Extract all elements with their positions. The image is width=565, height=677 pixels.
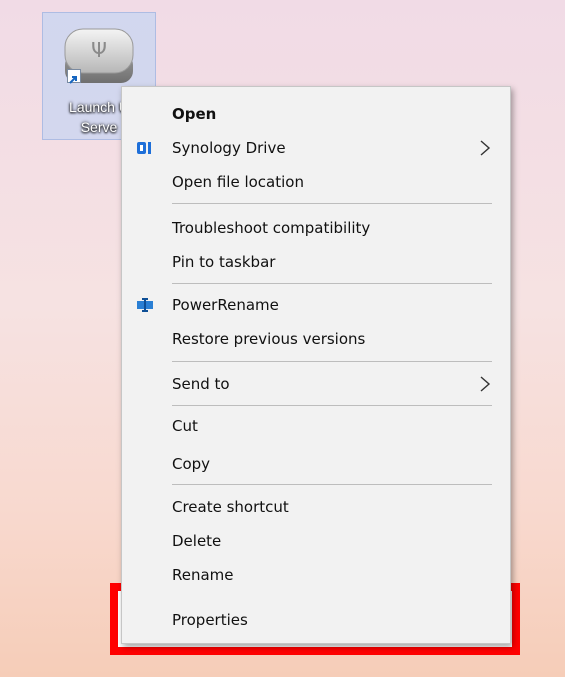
context-menu: Open Synology Drive Open file location T… [121,86,511,644]
desktop: Ψ Launch U Serve Open Synology Drive Ope… [0,0,565,677]
menu-item-cut[interactable]: Cut [122,409,510,442]
menu-item-label: Troubleshoot compatibility [172,218,371,237]
menu-item-open[interactable]: Open [122,97,510,130]
shortcut-arrow-icon [67,69,81,84]
menu-item-send-to[interactable]: Send to [122,367,510,400]
menu-item-properties[interactable]: Properties [122,603,510,636]
menu-item-open-file-location[interactable]: Open file location [122,165,510,198]
menu-separator [172,203,492,204]
menu-item-copy[interactable]: Copy [122,447,510,480]
menu-item-label: Copy [172,454,211,473]
menu-item-label: Create shortcut [172,497,289,516]
menu-item-label: Synology Drive [172,138,286,157]
menu-item-label: Properties [172,610,248,629]
chevron-right-icon [480,140,491,156]
menu-item-delete[interactable]: Delete [122,524,510,557]
menu-item-troubleshoot-compatibility[interactable]: Troubleshoot compatibility [122,211,510,244]
menu-item-restore-previous-versions[interactable]: Restore previous versions [122,322,510,355]
menu-item-label: Rename [172,565,234,584]
menu-item-label: Cut [172,416,198,435]
menu-separator [172,484,492,485]
menu-item-rename[interactable]: Rename [122,558,510,591]
menu-separator [172,405,492,406]
menu-item-pin-to-taskbar[interactable]: Pin to taskbar [122,245,510,278]
menu-item-synology-drive[interactable]: Synology Drive [122,131,510,164]
menu-item-label: Pin to taskbar [172,252,276,271]
menu-separator [172,283,492,284]
menu-item-label: Send to [172,374,230,393]
menu-item-label: Restore previous versions [172,329,366,348]
menu-item-label: Open file location [172,172,304,191]
menu-item-label: PowerRename [172,295,279,314]
menu-item-create-shortcut[interactable]: Create shortcut [122,490,510,523]
menu-separator [172,361,492,362]
menu-item-label: Open [172,104,217,123]
powerrename-icon [137,298,153,312]
menu-item-label: Delete [172,531,222,550]
synology-drive-icon [137,142,151,154]
menu-item-powerrename[interactable]: PowerRename [122,288,510,321]
svg-text:Ψ: Ψ [91,38,107,62]
chevron-right-icon [480,376,491,392]
